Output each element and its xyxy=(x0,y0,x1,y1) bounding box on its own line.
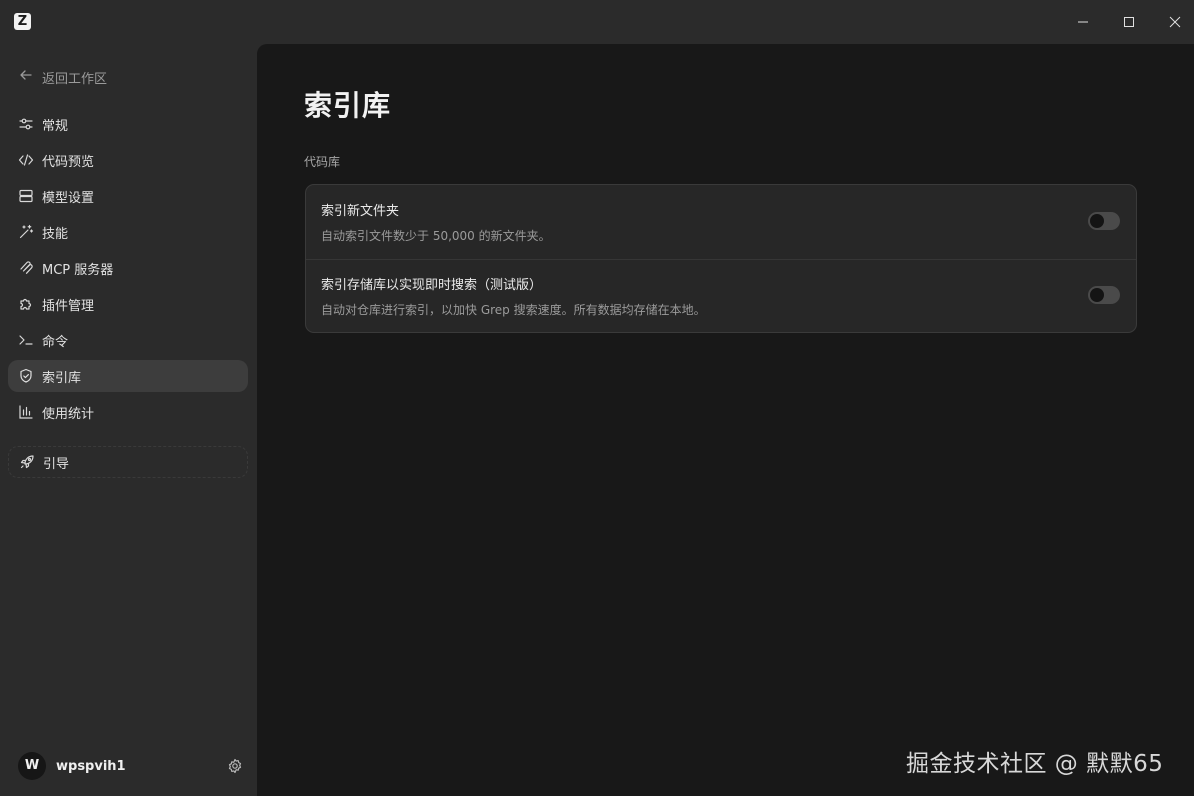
setting-description: 自动对仓库进行索引，以加快 Grep 搜索速度。所有数据均存储在本地。 xyxy=(321,303,706,317)
sidebar-item-mcp-servers[interactable]: MCP 服务器 xyxy=(8,252,248,284)
setting-title: 索引存储库以实现即时搜索（测试版） xyxy=(321,278,543,293)
app-window: Z 返回工作区 常规 代码预览 模型设置 技能 MCP 服务器 插件管理 命令 … xyxy=(0,0,1194,796)
sidebar-item-label: 使用统计 xyxy=(42,406,95,422)
arrow-left-icon xyxy=(19,68,33,86)
setting-row-instant-search: 索引存储库以实现即时搜索（测试版） 自动对仓库进行索引，以加快 Grep 搜索速… xyxy=(306,259,1136,333)
sidebar-item-label: 模型设置 xyxy=(42,190,95,206)
shield-icon xyxy=(18,368,34,384)
server-icon xyxy=(18,188,34,204)
page-title: 索引库 xyxy=(304,89,392,122)
terminal-icon xyxy=(18,332,34,348)
setting-title: 索引新文件夹 xyxy=(321,204,400,219)
sidebar-item-guide[interactable]: 引导 xyxy=(8,446,248,478)
sidebar-item-label: 插件管理 xyxy=(42,298,95,314)
maximize-button[interactable] xyxy=(1106,0,1152,44)
puzzle-icon xyxy=(18,296,34,312)
index-new-folders-toggle[interactable] xyxy=(1088,212,1120,230)
gear-icon[interactable] xyxy=(227,758,243,778)
avatar: W xyxy=(18,752,46,780)
settings-nav: 常规 代码预览 模型设置 技能 MCP 服务器 插件管理 命令 索引库 使用统计 xyxy=(8,108,248,432)
sidebar: 返回工作区 常规 代码预览 模型设置 技能 MCP 服务器 插件管理 命令 索引… xyxy=(0,44,257,796)
maximize-icon xyxy=(1124,17,1134,27)
back-link-label: 返回工作区 xyxy=(42,71,108,87)
bar-chart-icon xyxy=(18,404,34,420)
setting-row-index-new-folders: 索引新文件夹 自动索引文件数少于 50,000 的新文件夹。 xyxy=(306,185,1136,260)
app-logo: Z xyxy=(14,13,31,30)
sidebar-item-index[interactable]: 索引库 xyxy=(8,360,248,392)
sidebar-item-label: 索引库 xyxy=(42,370,82,386)
back-to-workspace-link[interactable]: 返回工作区 xyxy=(19,66,107,88)
sidebar-item-model-settings[interactable]: 模型设置 xyxy=(8,180,248,212)
sidebar-item-label: 代码预览 xyxy=(42,154,95,170)
close-icon xyxy=(1169,16,1181,28)
sidebar-item-label: 引导 xyxy=(43,456,70,472)
minimize-button[interactable] xyxy=(1060,0,1106,44)
main-panel: 索引库 代码库 索引新文件夹 自动索引文件数少于 50,000 的新文件夹。 索… xyxy=(257,44,1194,796)
magic-wand-icon xyxy=(18,224,34,240)
watermark: 掘金技术社区 @ 默默65 xyxy=(906,751,1164,777)
sidebar-item-label: 命令 xyxy=(42,334,69,350)
sliders-icon xyxy=(18,116,34,132)
sidebar-item-plugins[interactable]: 插件管理 xyxy=(8,288,248,320)
sidebar-item-label: 常规 xyxy=(42,118,69,134)
code-icon xyxy=(18,152,34,168)
sidebar-item-label: 技能 xyxy=(42,226,69,242)
title-bar: Z xyxy=(0,0,1194,44)
username: wpspvih1 xyxy=(56,758,126,774)
toggle-knob xyxy=(1090,214,1104,228)
close-button[interactable] xyxy=(1152,0,1194,44)
instant-search-toggle[interactable] xyxy=(1088,286,1120,304)
sidebar-item-skills[interactable]: 技能 xyxy=(8,216,248,248)
setting-description: 自动索引文件数少于 50,000 的新文件夹。 xyxy=(321,229,551,243)
minimize-icon xyxy=(1078,21,1088,23)
user-profile[interactable]: W wpspvih1 xyxy=(18,752,243,780)
rocket-icon xyxy=(19,454,35,470)
mcp-icon xyxy=(18,260,34,276)
sidebar-item-label: MCP 服务器 xyxy=(42,262,114,278)
sidebar-item-usage-stats[interactable]: 使用统计 xyxy=(8,396,248,428)
sidebar-item-commands[interactable]: 命令 xyxy=(8,324,248,356)
sidebar-item-general[interactable]: 常规 xyxy=(8,108,248,140)
section-label: 代码库 xyxy=(304,155,341,169)
toggle-knob xyxy=(1090,288,1104,302)
sidebar-item-code-preview[interactable]: 代码预览 xyxy=(8,144,248,176)
settings-card: 索引新文件夹 自动索引文件数少于 50,000 的新文件夹。 索引存储库以实现即… xyxy=(305,184,1137,333)
